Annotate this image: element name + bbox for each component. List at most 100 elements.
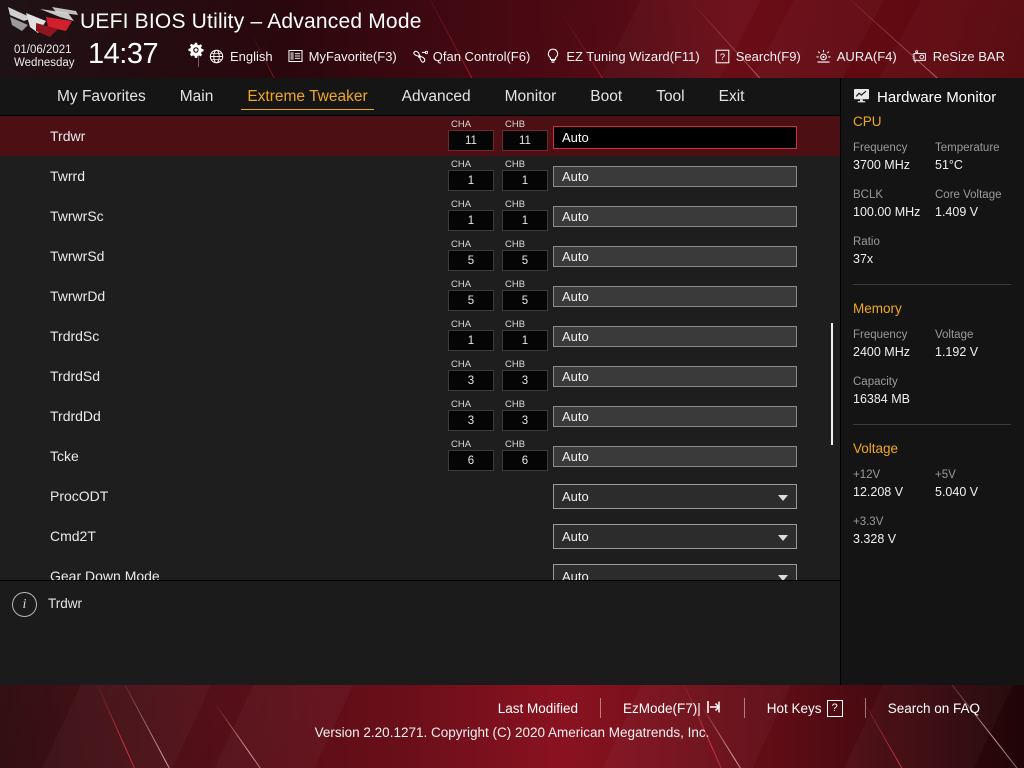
hw-stat-row: BCLK 100.00 MHz Core Voltage 1.409 V xyxy=(841,187,1024,221)
channel-values: CHA 3 CHB 3 xyxy=(448,356,548,396)
setting-value-input[interactable]: Auto xyxy=(553,366,797,387)
setting-value-input[interactable]: Auto xyxy=(553,286,797,307)
hw-stat-key: Voltage xyxy=(935,329,974,341)
channel-chb-value: 3 xyxy=(502,370,548,391)
hw-stat-row: +3.3V 3.328 V xyxy=(841,514,1024,548)
setting-row[interactable]: Gear Down Mode Auto xyxy=(0,556,840,580)
setting-value-input[interactable]: Auto xyxy=(553,406,797,427)
setting-value-text: Auto xyxy=(562,489,589,504)
footer-link-label: Last Modified xyxy=(497,700,578,716)
setting-value-text: Auto xyxy=(562,130,589,145)
channel-values: CHA 1 CHB 1 xyxy=(448,156,548,196)
clock-display: 14:37 xyxy=(88,38,159,70)
gear-icon[interactable] xyxy=(188,42,204,58)
setting-row[interactable]: Trdwr CHA 11 CHB 11 Auto xyxy=(0,116,840,156)
channel-values: CHA 11 CHB 11 xyxy=(448,116,548,156)
setting-value-text: Auto xyxy=(562,289,589,304)
setting-row[interactable]: ProcODT Auto xyxy=(0,476,840,516)
tab-exit[interactable]: Exit xyxy=(702,78,762,116)
channel-chb-value: 5 xyxy=(502,250,548,271)
setting-value-text: Auto xyxy=(562,249,589,264)
resize-bar-button[interactable]: ReSize BAR xyxy=(911,48,1005,65)
monitor-chart-icon xyxy=(853,88,870,107)
myfavorite-label: MyFavorite(F3) xyxy=(308,48,397,64)
scrollbar-thumb[interactable] xyxy=(831,323,833,445)
setting-row[interactable]: TrdrdSd CHA 3 CHB 3 Auto xyxy=(0,356,840,396)
channel-chb-value: 1 xyxy=(502,210,548,231)
setting-row[interactable]: TwrwrDd CHA 5 CHB 5 Auto xyxy=(0,276,840,316)
setting-row[interactable]: Cmd2T Auto xyxy=(0,516,840,556)
tab-main[interactable]: Main xyxy=(163,78,231,116)
channel-chb-label: CHB xyxy=(505,319,526,330)
setting-dropdown[interactable]: Auto xyxy=(553,564,797,580)
channel-cha-label: CHA xyxy=(451,159,472,170)
hw-stat-cell: Frequency 2400 MHz xyxy=(853,327,935,361)
channel-cha-value: 1 xyxy=(448,330,494,351)
qfan-control-label: Qfan Control(F6) xyxy=(432,48,531,64)
globe-icon xyxy=(208,48,225,65)
search-button[interactable]: ? Search(F9) xyxy=(714,48,801,65)
channel-values: CHA 1 CHB 1 xyxy=(448,316,548,356)
channel-chb-cell: CHB 1 xyxy=(502,319,548,351)
setting-dropdown[interactable]: Auto xyxy=(553,484,797,509)
tab-advanced[interactable]: Advanced xyxy=(385,78,488,116)
ez-tuning-wizard-button[interactable]: EZ Tuning Wizard(F11) xyxy=(544,48,700,65)
setting-dropdown[interactable]: Auto xyxy=(553,524,797,549)
aura-button[interactable]: AURA(F4) xyxy=(815,48,897,65)
channel-chb-cell: CHB 1 xyxy=(502,199,548,231)
hw-stat-cell: Core Voltage 1.409 V xyxy=(935,187,1017,221)
tab-monitor[interactable]: Monitor xyxy=(488,78,574,116)
setting-value-input[interactable]: Auto xyxy=(553,246,797,267)
tab-my-favorites[interactable]: My Favorites xyxy=(40,78,163,116)
hw-stat-key: Temperature xyxy=(935,142,1000,154)
footer-link-last-modified[interactable]: Last Modified xyxy=(476,701,600,716)
tab-tool[interactable]: Tool xyxy=(639,78,701,116)
footer-link-search-on-faq[interactable]: Search on FAQ xyxy=(866,701,1002,716)
hw-stat-key: Capacity xyxy=(853,376,898,388)
hw-section-title: Memory xyxy=(853,301,902,316)
setting-value-input[interactable]: Auto xyxy=(553,206,797,227)
hw-stat-row: Frequency 2400 MHz Voltage 1.192 V xyxy=(841,327,1024,361)
channel-chb-cell: CHB 5 xyxy=(502,279,548,311)
tab-extreme-tweaker[interactable]: Extreme Tweaker xyxy=(230,78,384,116)
setting-value-text: Auto xyxy=(562,209,589,224)
hardware-monitor-panel: Hardware Monitor CPU Frequency 3700 MHz Tem… xyxy=(840,78,1024,685)
setting-row[interactable]: Tcke CHA 6 CHB 6 Auto xyxy=(0,436,840,476)
setting-value-input[interactable]: Auto xyxy=(553,166,797,187)
scrollbar[interactable] xyxy=(830,120,834,576)
setting-row[interactable]: TwrwrSc CHA 1 CHB 1 Auto xyxy=(0,196,840,236)
section-divider xyxy=(853,424,1011,425)
hw-stat-cell: Ratio 37x xyxy=(853,234,935,268)
footer-link-ezmode-f7[interactable]: EzMode(F7)| xyxy=(601,700,744,717)
channel-cha-value: 5 xyxy=(448,290,494,311)
chevron-down-icon xyxy=(778,494,788,501)
setting-row[interactable]: TrdrdSc CHA 1 CHB 1 Auto xyxy=(0,316,840,356)
setting-label: Tcke xyxy=(50,448,79,464)
myfavorite-button[interactable]: MyFavorite(F3) xyxy=(287,48,397,65)
setting-value-text: Auto xyxy=(562,369,589,384)
language-button[interactable]: English xyxy=(208,48,273,65)
setting-value-input[interactable]: Auto xyxy=(553,126,797,149)
hw-stat-key: +5V xyxy=(935,469,956,481)
channel-values: CHA 5 CHB 5 xyxy=(448,236,548,276)
setting-row[interactable]: TrdrdDd CHA 3 CHB 3 Auto xyxy=(0,396,840,436)
channel-cha-cell: CHA 11 xyxy=(448,119,494,151)
hw-stat-value: 51°C xyxy=(935,158,963,172)
channel-cha-cell: CHA 1 xyxy=(448,319,494,351)
footer-link-label: EzMode(F7)| xyxy=(623,700,701,716)
qfan-control-button[interactable]: Qfan Control(F6) xyxy=(411,48,531,65)
setting-value-input[interactable]: Auto xyxy=(553,326,797,347)
channel-cha-label: CHA xyxy=(451,399,472,410)
hw-stat-cell: Frequency 3700 MHz xyxy=(853,140,935,174)
tab-boot[interactable]: Boot xyxy=(573,78,639,116)
footer-link-hot-keys[interactable]: Hot Keys? xyxy=(745,699,865,717)
hw-stat-cell: BCLK 100.00 MHz xyxy=(853,187,935,221)
setting-row[interactable]: Twrrd CHA 1 CHB 1 Auto xyxy=(0,156,840,196)
setting-row[interactable]: TwrwrSd CHA 5 CHB 5 Auto xyxy=(0,236,840,276)
tab-label: Boot xyxy=(590,88,623,105)
setting-value-input[interactable]: Auto xyxy=(553,446,797,467)
setting-label: ProcODT xyxy=(50,488,109,504)
channel-cha-value: 3 xyxy=(448,410,494,431)
channel-values: CHA 1 CHB 1 xyxy=(448,196,548,236)
tab-label: My Favorites xyxy=(57,88,146,105)
